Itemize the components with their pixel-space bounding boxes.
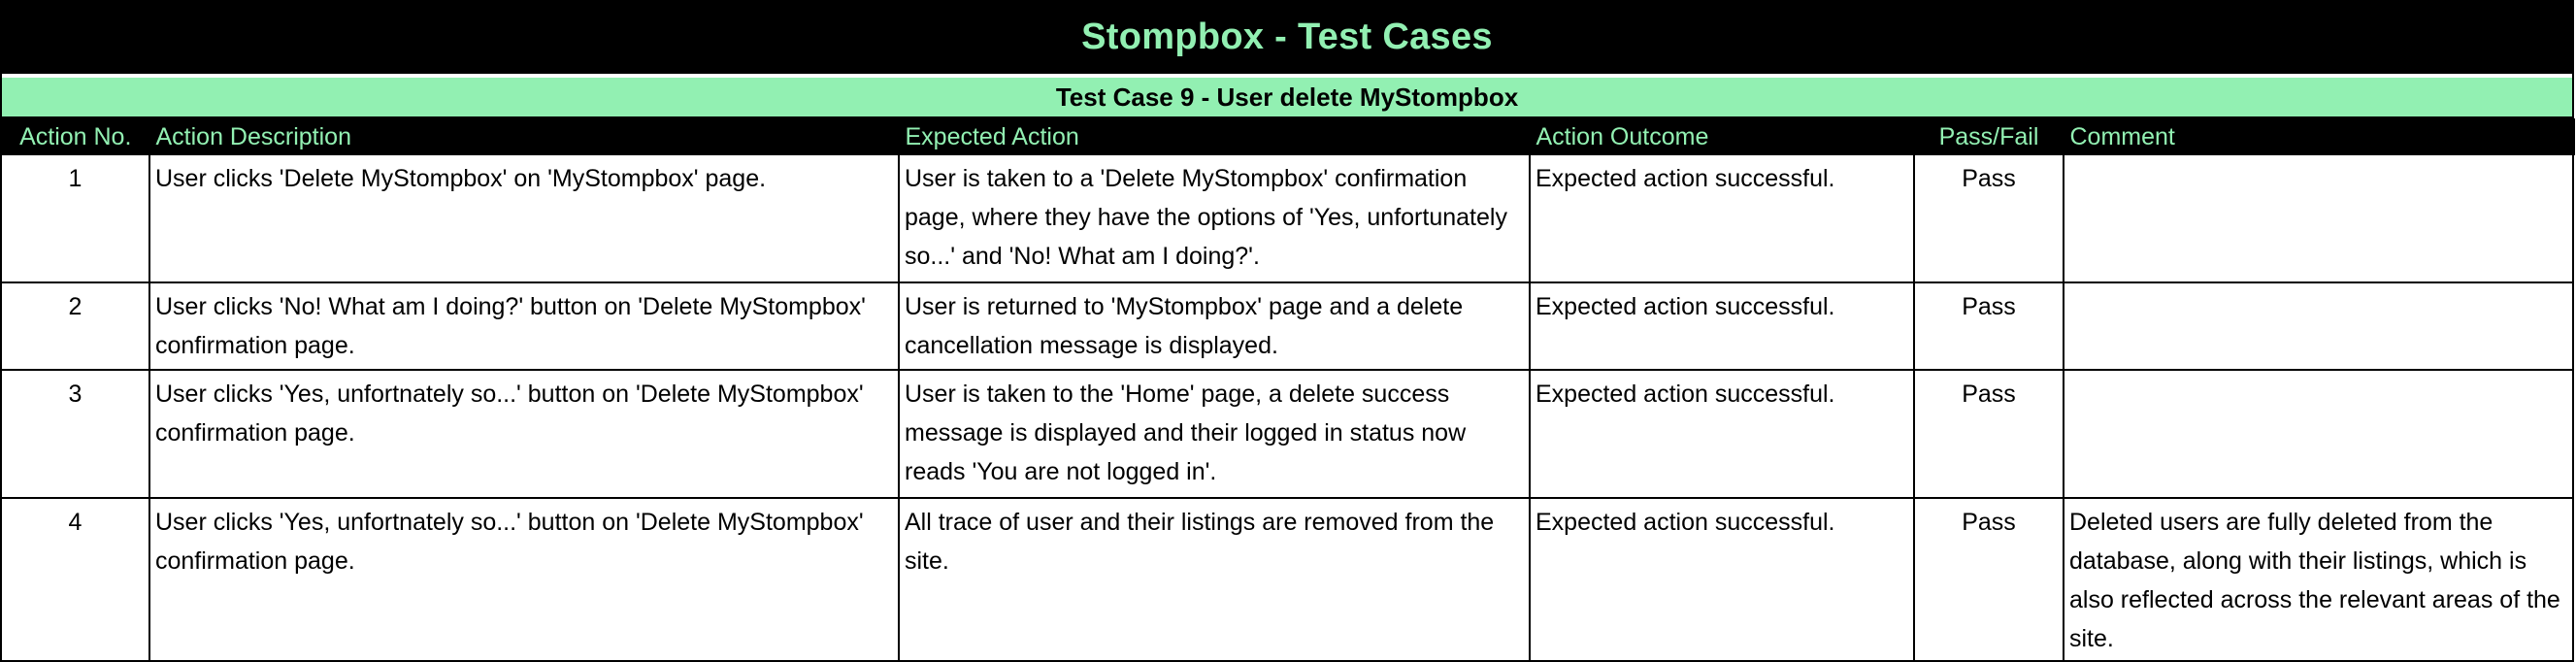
cell-action-outcome: Expected action successful. — [1530, 282, 1915, 371]
cell-comment: Deleted users are fully deleted from the… — [2064, 498, 2574, 662]
cell-pass-fail: Pass — [1914, 155, 2064, 283]
cell-pass-fail: Pass — [1914, 498, 2064, 662]
table-row: 4 User clicks 'Yes, unfortnately so...' … — [2, 498, 2574, 662]
header-expected-action: Expected Action — [899, 118, 1531, 155]
cell-expected-action: User is taken to a 'Delete MyStompbox' c… — [899, 155, 1531, 283]
cell-action-outcome: Expected action successful. — [1530, 370, 1915, 499]
cell-expected-action: All trace of user and their listings are… — [899, 498, 1531, 662]
table-header-row: Action No. Action Description Expected A… — [2, 118, 2575, 155]
cell-action-no: 3 — [2, 370, 150, 499]
cell-comment — [2064, 370, 2574, 499]
cell-action-description: User clicks 'Yes, unfortnately so...' bu… — [149, 498, 900, 662]
title-bar: Stompbox - Test Cases — [2, 0, 2572, 78]
test-case-sheet: Stompbox - Test Cases Test Case 9 - User… — [0, 0, 2575, 662]
cell-action-description: User clicks 'Yes, unfortnately so...' bu… — [149, 370, 900, 499]
cell-action-description: User clicks 'No! What am I doing?' butto… — [149, 282, 900, 371]
header-comment: Comment — [2064, 118, 2575, 155]
cell-action-outcome: Expected action successful. — [1530, 155, 1915, 283]
cell-pass-fail: Pass — [1914, 282, 2064, 371]
cell-action-outcome: Expected action successful. — [1530, 498, 1915, 662]
test-case-title: Test Case 9 - User delete MyStompbox — [1055, 82, 1519, 112]
cell-pass-fail: Pass — [1914, 370, 2064, 499]
header-action-no: Action No. — [2, 118, 150, 155]
header-action-description: Action Description — [149, 118, 900, 155]
header-action-outcome: Action Outcome — [1530, 118, 1915, 155]
cell-action-no: 2 — [2, 282, 150, 371]
sheet-title: Stompbox - Test Cases — [1081, 16, 1493, 57]
test-case-table: Action No. Action Description Expected A… — [2, 118, 2575, 662]
table-row: 1 User clicks 'Delete MyStompbox' on 'My… — [2, 155, 2574, 283]
cell-comment — [2064, 155, 2574, 283]
cell-action-description: User clicks 'Delete MyStompbox' on 'MySt… — [149, 155, 900, 283]
cell-expected-action: User is taken to the 'Home' page, a dele… — [899, 370, 1531, 499]
table-row: 2 User clicks 'No! What am I doing?' but… — [2, 282, 2574, 371]
cell-expected-action: User is returned to 'MyStompbox' page an… — [899, 282, 1531, 371]
table-row: 3 User clicks 'Yes, unfortnately so...' … — [2, 370, 2574, 499]
header-pass-fail: Pass/Fail — [1914, 118, 2064, 155]
cell-comment — [2064, 282, 2574, 371]
cell-action-no: 1 — [2, 155, 150, 283]
cell-action-no: 4 — [2, 498, 150, 662]
subtitle-bar: Test Case 9 - User delete MyStompbox — [2, 78, 2572, 118]
